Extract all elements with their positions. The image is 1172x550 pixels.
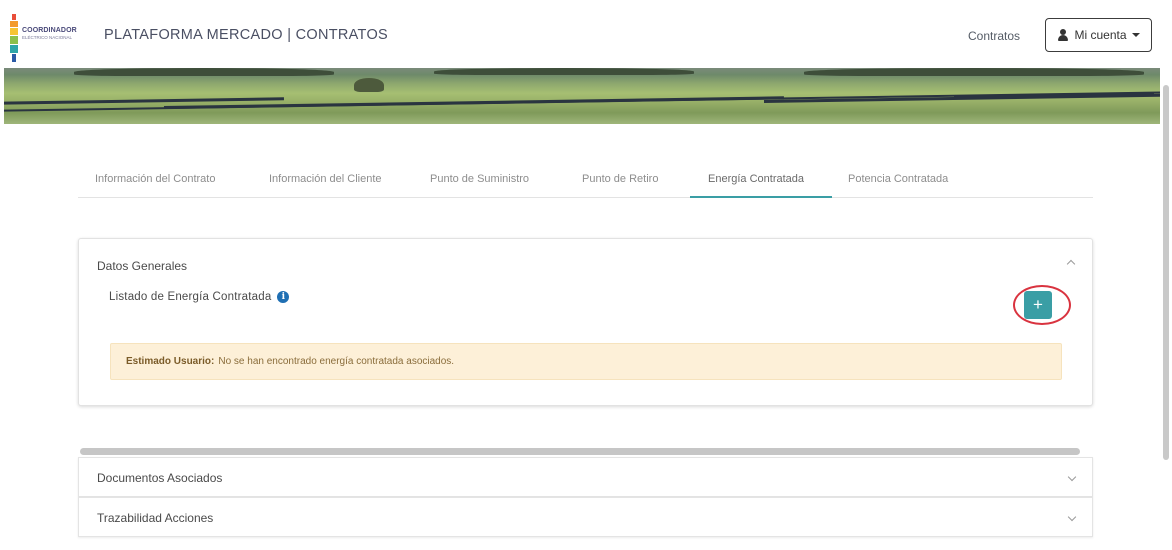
active-tab-indicator bbox=[690, 196, 832, 198]
alert-message: No se han encontrado energía contratada … bbox=[218, 356, 455, 367]
tab-potencia-contratada[interactable]: Potencia Contratada bbox=[848, 173, 948, 185]
logo-text: COORDINADOR bbox=[22, 27, 77, 34]
documentos-asociados-title: Documentos Asociados bbox=[97, 471, 223, 485]
nav-link-contratos[interactable]: Contratos bbox=[968, 29, 1020, 43]
caret-down-icon bbox=[1131, 33, 1140, 37]
header-banner-image bbox=[4, 68, 1160, 124]
logo-mark-icon bbox=[10, 14, 18, 62]
account-label: Mi cuenta bbox=[1074, 28, 1127, 42]
energia-list-heading: Listado de Energía Contratada i bbox=[109, 291, 290, 303]
datos-generales-card: Datos Generales Listado de Energía Contr… bbox=[78, 238, 1093, 406]
alert-strong-text: Estimado Usuario: bbox=[126, 356, 215, 367]
trazabilidad-acciones-section[interactable]: Trazabilidad Acciones bbox=[78, 497, 1093, 537]
tab-informacion-cliente[interactable]: Información del Cliente bbox=[269, 173, 382, 185]
contract-tabs: Información del Contrato Información del… bbox=[78, 165, 1093, 198]
add-energia-button[interactable]: + bbox=[1024, 291, 1052, 319]
trazabilidad-acciones-title: Trazabilidad Acciones bbox=[97, 511, 214, 525]
tab-punto-suministro[interactable]: Punto de Suministro bbox=[430, 173, 529, 185]
chevron-down-icon[interactable] bbox=[1067, 512, 1077, 522]
energia-list-label: Listado de Energía Contratada bbox=[109, 291, 272, 303]
user-icon bbox=[1057, 29, 1069, 41]
coordinador-logo[interactable]: COORDINADOR ELÉCTRICO NACIONAL bbox=[10, 14, 100, 62]
top-navbar: COORDINADOR ELÉCTRICO NACIONAL PLATAFORM… bbox=[0, 0, 1160, 68]
chevron-up-icon[interactable] bbox=[1066, 259, 1076, 269]
documentos-asociados-section[interactable]: Documentos Asociados bbox=[78, 457, 1093, 497]
tab-informacion-contrato[interactable]: Información del Contrato bbox=[95, 173, 215, 185]
vertical-scrollbar[interactable] bbox=[1163, 85, 1169, 460]
tab-punto-retiro[interactable]: Punto de Retiro bbox=[582, 173, 658, 185]
logo-subtext: ELÉCTRICO NACIONAL bbox=[22, 35, 73, 40]
app-title: PLATAFORMA MERCADO | CONTRATOS bbox=[104, 27, 388, 43]
tab-energia-contratada[interactable]: Energía Contratada bbox=[708, 173, 804, 185]
account-dropdown-button[interactable]: Mi cuenta bbox=[1045, 18, 1152, 52]
info-icon[interactable]: i bbox=[277, 291, 290, 303]
no-results-alert: Estimado Usuario: No se han encontrado e… bbox=[110, 343, 1062, 380]
horizontal-scrollbar[interactable] bbox=[80, 448, 1080, 455]
datos-generales-title[interactable]: Datos Generales bbox=[97, 259, 187, 273]
chevron-down-icon[interactable] bbox=[1067, 472, 1077, 482]
